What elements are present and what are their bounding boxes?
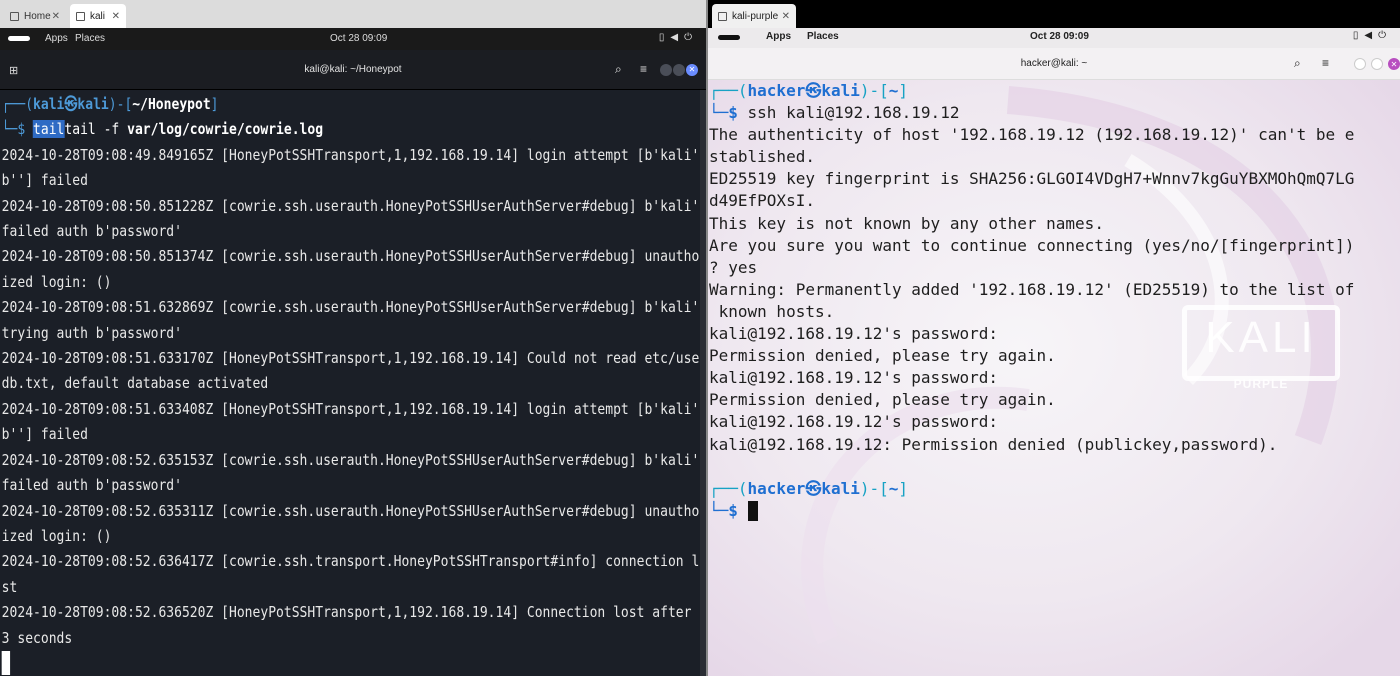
output-line: ED25519 key fingerprint is SHA256:GLGOI4… — [709, 169, 1355, 189]
system-tray[interactable]: ▯◀⏻ — [659, 32, 698, 43]
tab-kali[interactable]: kali ✕ — [70, 4, 126, 28]
log-line: 2024-10-28T09:08:50.851374Z [cowrie.ssh.… — [1, 247, 706, 266]
workspace-indicator[interactable] — [8, 36, 30, 41]
hamburger-menu-icon[interactable]: ≡ — [640, 62, 647, 76]
close-icon[interactable]: ✕ — [112, 11, 120, 22]
left-terminal-window: Home ✕ kali ✕ Apps Places Oct 28 09:09 ▯… — [0, 0, 706, 676]
log-line: 2024-10-28T09:08:52.635311Z [cowrie.ssh.… — [1, 501, 706, 520]
tab-home-label: Home — [24, 10, 51, 22]
log-line: ized login: () — [1, 272, 112, 291]
search-icon[interactable]: ⌕ — [615, 62, 622, 77]
log-line: failed auth b'password' — [1, 476, 182, 495]
command-line: └─$ tailtail -f var/log/cowrie/cowrie.lo… — [1, 120, 324, 139]
cursor-line — [1, 651, 704, 676]
places-menu[interactable]: Places — [807, 31, 839, 42]
clock[interactable]: Oct 28 09:09 — [330, 33, 387, 44]
log-line: 2024-10-28T09:08:51.633170Z [HoneyPotSSH… — [1, 349, 706, 368]
prompt-line: ┌──(hacker㉿kali)-[~] — [709, 81, 909, 100]
volume-icon[interactable]: ◀ — [670, 32, 684, 43]
left-desktop-topbar: Apps Places Oct 28 09:09 ▯◀⏻ — [0, 28, 706, 50]
log-line: st — [1, 577, 18, 596]
output-line: Permission denied, please try again. — [709, 390, 1056, 410]
output-line: kali@192.168.19.12's password: — [709, 368, 998, 388]
power-icon[interactable]: ⏻ — [684, 32, 698, 43]
log-line: b''] failed — [1, 171, 88, 190]
command-line: └─$ ssh kali@192.168.19.12 — [709, 103, 960, 123]
right-terminal-window: kali-purple ✕ Apps Places Oct 28 09:09 ▯… — [708, 0, 1400, 676]
vm-icon — [718, 11, 727, 21]
log-line: ized login: () — [1, 526, 112, 545]
log-line: db.txt, default database activated — [1, 374, 269, 393]
clipboard-icon[interactable]: ▯ — [659, 32, 671, 43]
output-line: The authenticity of host '192.168.19.12 … — [709, 125, 1355, 145]
output-line: kali@192.168.19.12's password: — [709, 324, 998, 344]
log-line: 2024-10-28T09:08:52.635153Z [cowrie.ssh.… — [1, 450, 700, 469]
search-icon[interactable]: ⌕ — [1294, 56, 1301, 71]
close-icon[interactable]: ✕ — [782, 11, 790, 22]
prompt-line: ┌──(hacker㉿kali)-[~] — [709, 478, 909, 498]
log-line: 2024-10-28T09:08:51.632869Z [cowrie.ssh.… — [1, 298, 700, 317]
log-line: 2024-10-28T09:08:52.636520Z [HoneyPotSSH… — [1, 603, 706, 622]
apps-menu[interactable]: Apps — [766, 31, 791, 42]
terminal-cursor — [1, 651, 11, 676]
output-line: Permission denied, please try again. — [709, 346, 1056, 366]
output-line: d49EfPOXsI. — [709, 191, 815, 211]
power-icon[interactable]: ⏻ — [1378, 30, 1392, 41]
close-icon[interactable]: ✕ — [52, 11, 60, 22]
clock[interactable]: Oct 28 09:09 — [1030, 31, 1089, 42]
output-line: Warning: Permanently added '192.168.19.1… — [709, 279, 1355, 299]
close-button[interactable]: ✕ — [686, 64, 698, 76]
left-window-titlebar: ⊞ kali@kali: ~/Honeypot ⌕ ≡ ✕ — [0, 50, 706, 90]
maximize-button[interactable] — [673, 64, 685, 76]
home-icon — [10, 11, 19, 21]
tab-home[interactable]: Home ✕ — [4, 4, 66, 28]
window-title: kali@kali: ~/Honeypot — [304, 64, 402, 75]
tab-kali-label: kali — [90, 10, 106, 22]
right-desktop-topbar: Apps Places Oct 28 09:09 ▯◀⏻ — [708, 28, 1400, 48]
minimize-button[interactable] — [660, 64, 672, 76]
hamburger-menu-icon[interactable]: ≡ — [1322, 56, 1329, 70]
minimize-button[interactable] — [1354, 58, 1366, 70]
log-line: 3 seconds — [1, 628, 73, 647]
output-line: ? yes — [709, 257, 758, 277]
log-line: trying auth b'password' — [1, 323, 182, 342]
output-line: kali@192.168.19.12: Permission denied (p… — [709, 434, 1278, 454]
workspace-indicator[interactable] — [718, 35, 740, 40]
system-tray[interactable]: ▯◀⏻ — [1353, 30, 1392, 41]
clipboard-icon[interactable]: ▯ — [1353, 30, 1365, 41]
log-line: b''] failed — [1, 425, 88, 444]
volume-icon[interactable]: ◀ — [1364, 30, 1378, 41]
log-line: 2024-10-28T09:08:52.636417Z [cowrie.ssh.… — [1, 552, 706, 571]
tab-kali-purple[interactable]: kali-purple ✕ — [712, 4, 796, 28]
left-terminal-output[interactable]: ┌──(kali㉿kali)-[~/Honeypot] └─$ tailtail… — [0, 90, 706, 676]
log-line: 2024-10-28T09:08:51.633408Z [HoneyPotSSH… — [1, 399, 706, 418]
output-line: known hosts. — [709, 301, 835, 321]
log-line: 2024-10-28T09:08:50.851228Z [cowrie.ssh.… — [1, 196, 700, 215]
terminal-cursor — [747, 501, 758, 522]
places-menu[interactable]: Places — [75, 33, 105, 44]
prompt-line: ┌──(kali㉿kali)-[~/Honeypot] — [1, 95, 219, 113]
apps-menu[interactable]: Apps — [45, 33, 68, 44]
right-terminal-output[interactable]: ┌──(hacker㉿kali)-[~] └─$ ssh kali@192.16… — [709, 80, 1354, 522]
output-line: kali@192.168.19.12's password: — [709, 412, 998, 432]
command-line: └─$ — [709, 500, 1354, 522]
output-line: This key is not known by any other names… — [709, 213, 1104, 233]
output-line: stablished. — [709, 147, 815, 167]
output-line: Are you sure you want to continue connec… — [709, 235, 1355, 255]
tab-kali-purple-label: kali-purple — [732, 10, 779, 22]
right-tab-strip: kali-purple ✕ — [708, 0, 1400, 28]
left-tab-strip: Home ✕ kali ✕ — [0, 0, 706, 28]
vm-icon — [76, 11, 85, 21]
log-line: failed auth b'password' — [1, 222, 182, 241]
maximize-button[interactable] — [1371, 58, 1383, 70]
log-line: 2024-10-28T09:08:49.849165Z [HoneyPotSSH… — [1, 145, 706, 164]
selected-text: tail — [33, 120, 65, 139]
close-button[interactable]: ✕ — [1388, 58, 1400, 70]
right-window-titlebar: hacker@kali: ~ ⌕ ≡ ✕ — [708, 48, 1400, 80]
